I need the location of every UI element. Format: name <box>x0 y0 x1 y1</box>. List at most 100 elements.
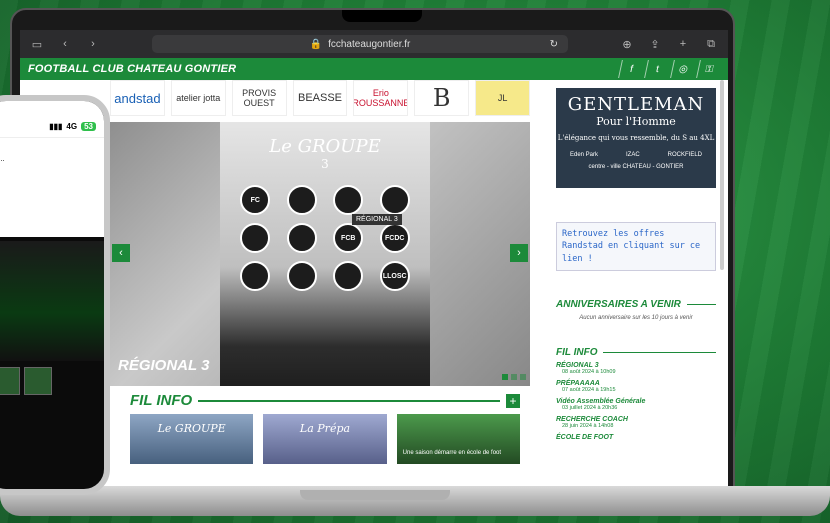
sponsor-logo[interactable]: JL <box>475 80 531 116</box>
url-text: fcchateaugontier.fr <box>328 38 411 50</box>
news-card[interactable]: Une saison démarre en école de foot <box>396 414 520 464</box>
ad-brand-item: Eden Park <box>569 152 599 158</box>
news-title: RECHERCHE COACH <box>556 415 628 423</box>
crest-icon <box>379 185 410 215</box>
battery-icon: 53 <box>81 122 96 131</box>
crest-icon: FCDC <box>379 223 410 253</box>
sponsor-logo[interactable]: andstad <box>110 80 165 116</box>
phone: ▮▮▮ 4G 53 k... <box>0 95 110 495</box>
hero-caption[interactable]: RÉGIONAL 3 <box>118 357 209 374</box>
phone-post-image[interactable] <box>0 241 104 361</box>
news-date: 08 août 2024 à 10h09 <box>562 368 616 375</box>
slider-dot[interactable] <box>520 374 526 380</box>
slider-dots <box>502 374 526 380</box>
reload-icon[interactable]: ↻ <box>550 39 558 50</box>
news-item[interactable]: ÉCOLE DE FOOT <box>556 434 716 441</box>
news-title: PRÉPAAAAA <box>556 379 600 387</box>
facebook-icon[interactable]: f <box>618 60 644 78</box>
fil-info-title: FIL INFO <box>130 392 193 409</box>
news-date: 07 août 2024 à 19h15 <box>562 386 616 393</box>
ad-brand-item: IZAC <box>626 152 640 158</box>
card-title: Le GROUPE <box>157 422 226 435</box>
carrier-label: 4G <box>66 122 78 131</box>
laptop-screen: ▭ ‹ › 🔒 fcchateaugontier.fr ↻ ⊕ ⇪ + ⧉ FO… <box>20 30 728 488</box>
hero-slider[interactable]: Le GROUPE 3 FC FCB FCDC LLOSC RÉGIONAL 3… <box>110 122 530 386</box>
site-header: FOOTBALL CLUB CHATEAU GONTIER f t ◎ ⚿ <box>20 58 728 80</box>
slider-next-button[interactable]: › <box>510 244 528 262</box>
sponsor-logo[interactable]: PROVIS OUEST <box>231 80 287 116</box>
news-cards: Le GROUPE La Prépa Une saison démarre en… <box>130 414 520 464</box>
signal-icon: ▮▮▮ <box>49 122 63 131</box>
camera-notch <box>342 10 422 22</box>
ad-slogan: L'élégance qui vous ressemble, du S au 4… <box>557 134 715 142</box>
lock-icon[interactable]: ⚿ <box>696 60 722 78</box>
ad-tagline: Pour l'Homme <box>596 115 676 128</box>
news-card[interactable]: La Prépa <box>263 414 387 464</box>
crest-icon: FCB <box>333 223 364 253</box>
thumbnail[interactable] <box>0 367 20 395</box>
heading-divider <box>603 351 716 353</box>
phone-thumbnails <box>0 361 104 401</box>
slider-dot[interactable] <box>502 374 508 380</box>
ad-brands: Eden Park IZAC ROCKFIELD <box>556 152 716 158</box>
news-date: 03 juillet 2024 à 20h36 <box>562 404 618 411</box>
news-item[interactable]: RECHERCHE COACH 28 juin 2024 à 14h08 <box>556 416 716 429</box>
sponsor-logo[interactable]: Erio ROUSSANNE <box>353 80 409 116</box>
slider-dot[interactable] <box>511 374 517 380</box>
poster-number: 3 <box>321 157 329 171</box>
sidebar-toggle-icon[interactable]: ▭ <box>28 38 46 51</box>
fil-info-side-title: FIL INFO <box>556 346 598 358</box>
news-title: RÉGIONAL 3 <box>556 361 599 369</box>
crest-icon <box>286 185 317 215</box>
plus-icon[interactable]: + <box>506 393 520 408</box>
ad-brand: GENTLEMAN <box>567 94 705 115</box>
news-card[interactable]: Le GROUPE <box>130 414 254 464</box>
slider-prev-button[interactable]: ‹ <box>112 244 130 262</box>
heading-divider <box>198 399 500 402</box>
randstad-link[interactable]: Retrouvez les offres Randstad en cliquan… <box>556 222 716 271</box>
download-icon[interactable]: ⊕ <box>618 38 636 51</box>
tabs-icon[interactable]: ⧉ <box>702 38 720 51</box>
fil-info-heading: FIL INFO + <box>130 392 520 409</box>
sponsor-logo[interactable]: atelier jotta <box>170 80 226 116</box>
laptop-base <box>0 486 830 516</box>
address-bar[interactable]: 🔒 fcchateaugontier.fr ↻ <box>152 35 568 53</box>
lock-icon: 🔒 <box>309 38 323 50</box>
instagram-icon[interactable]: ◎ <box>670 60 696 78</box>
crest-icon: FC <box>240 185 271 215</box>
thumbnail[interactable] <box>24 367 52 395</box>
gentleman-ad[interactable]: GENTLEMAN Pour l'Homme L'élégance qui vo… <box>556 88 716 188</box>
share-icon[interactable]: ⇪ <box>646 38 664 51</box>
sponsor-logo[interactable]: B <box>414 80 470 116</box>
hero-poster: Le GROUPE 3 FC FCB FCDC LLOSC RÉGIONAL 3 <box>220 122 430 386</box>
news-item[interactable]: Vidéo Assemblée Générale 03 juillet 2024… <box>556 398 716 411</box>
fil-info-side-heading: FIL INFO <box>556 347 716 358</box>
social-links: f t ◎ ⚿ <box>618 60 722 78</box>
forward-icon[interactable]: › <box>84 38 102 50</box>
crest-icon <box>240 261 271 291</box>
phone-status-bar: ▮▮▮ 4G 53 <box>0 101 104 137</box>
news-item[interactable]: RÉGIONAL 3 08 août 2024 à 10h09 <box>556 362 716 375</box>
crest-icon <box>333 261 364 291</box>
news-date: 28 juin 2024 à 14h08 <box>562 422 614 429</box>
phone-post[interactable]: k... <box>0 137 104 237</box>
card-note: Une saison démarre en école de foot <box>402 450 502 456</box>
news-item[interactable]: PRÉPAAAAA 07 août 2024 à 19h15 <box>556 380 716 393</box>
browser-toolbar: ▭ ‹ › 🔒 fcchateaugontier.fr ↻ ⊕ ⇪ + ⧉ <box>20 30 728 58</box>
anniversaries-heading: ANNIVERSAIRES A VENIR <box>556 299 716 310</box>
site-title[interactable]: FOOTBALL CLUB CHATEAU GONTIER <box>28 63 236 75</box>
news-title: ÉCOLE DE FOOT <box>556 433 614 441</box>
laptop-groove <box>300 490 450 500</box>
scrollbar[interactable] <box>720 80 724 270</box>
club-crests: FC FCB FCDC LLOSC <box>220 171 430 291</box>
crest-icon <box>286 261 317 291</box>
sidebar: GENTLEMAN Pour l'Homme L'élégance qui vo… <box>556 88 716 446</box>
twitter-icon[interactable]: t <box>644 60 670 78</box>
crest-icon: LLOSC <box>379 261 410 291</box>
sponsor-logo[interactable]: BEASSE <box>292 80 348 116</box>
back-icon[interactable]: ‹ <box>56 38 74 50</box>
new-tab-icon[interactable]: + <box>674 38 692 50</box>
crest-icon <box>240 223 271 253</box>
hover-tooltip: RÉGIONAL 3 <box>352 214 402 225</box>
news-title: Vidéo Assemblée Générale <box>556 397 646 405</box>
